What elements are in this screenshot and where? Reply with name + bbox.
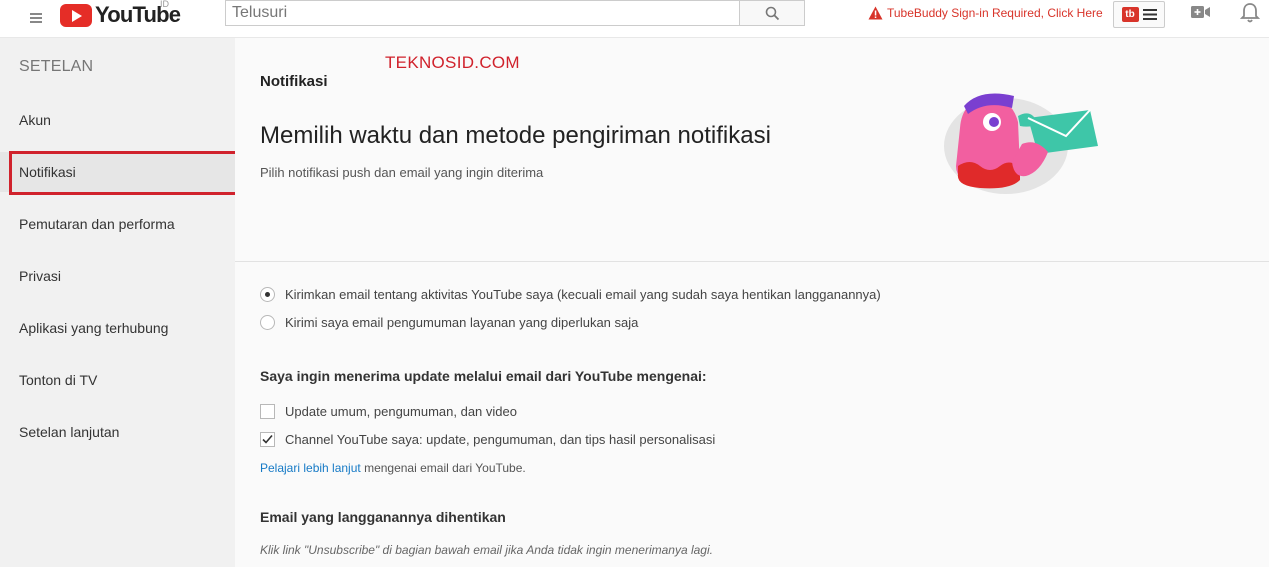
checkbox-channel-updates[interactable]: Channel YouTube saya: update, pengumuman…: [260, 432, 715, 447]
notification-bird-illustration: [944, 93, 1098, 194]
sidebar-item-lanjutan[interactable]: Setelan lanjutan: [0, 412, 235, 452]
updates-heading: Saya ingin menerima update melalui email…: [260, 368, 707, 384]
radio-button[interactable]: [260, 315, 275, 330]
notification-bell-icon[interactable]: [1239, 2, 1261, 29]
page-subtitle: Pilih notifikasi push dan email yang ing…: [260, 165, 544, 180]
settings-sidebar: SETELAN Akun Notifikasi Pemutaran dan pe…: [0, 38, 245, 567]
youtube-play-icon: [60, 3, 92, 27]
country-code: ID: [160, 0, 169, 9]
top-bar: YouTube ID TubeBuddy Sign-in Required, C…: [0, 0, 1269, 38]
sidebar-item-pemutaran[interactable]: Pemutaran dan performa: [0, 204, 235, 244]
radio-button-checked[interactable]: [260, 287, 275, 302]
radio-label: Kirimkan email tentang aktivitas YouTube…: [285, 287, 881, 302]
tubebuddy-menu-button[interactable]: tb: [1113, 1, 1165, 28]
section-label: Notifikasi: [260, 73, 328, 90]
sidebar-heading: SETELAN: [19, 58, 94, 75]
page-title: Memilih waktu dan metode pengiriman noti…: [260, 122, 771, 149]
checkmark-icon: [262, 434, 273, 444]
unsubscribed-heading: Email yang langganannya dihentikan: [260, 509, 506, 525]
menu-lines-icon: [1142, 9, 1157, 20]
sidebar-item-privasi[interactable]: Privasi: [0, 256, 235, 296]
sidebar-item-tonton-tv[interactable]: Tonton di TV: [0, 360, 235, 400]
main-content: TEKNOSID.COM Notifikasi Memilih waktu da…: [235, 38, 1269, 567]
checkbox-general-updates[interactable]: Update umum, pengumuman, dan video: [260, 404, 517, 419]
watermark: TEKNOSID.COM: [385, 53, 520, 72]
tubebuddy-logo: tb: [1121, 7, 1139, 22]
checkbox[interactable]: [260, 404, 275, 419]
learn-more-note: Pelajari lebih lanjut mengenai email dar…: [260, 461, 526, 475]
warning-icon: [868, 6, 883, 20]
radio-email-activity[interactable]: Kirimkan email tentang aktivitas YouTube…: [260, 287, 881, 302]
notification-header-section: TEKNOSID.COM Notifikasi Memilih waktu da…: [235, 38, 1269, 262]
checkbox-label: Channel YouTube saya: update, pengumuman…: [285, 432, 716, 447]
radio-email-service-only[interactable]: Kirimi saya email pengumuman layanan yan…: [260, 315, 638, 330]
unsubscribed-note: Klik link "Unsubscribe" di bagian bawah …: [260, 543, 713, 557]
sidebar-item-aplikasi[interactable]: Aplikasi yang terhubung: [0, 308, 235, 348]
sidebar-item-akun[interactable]: Akun: [0, 100, 235, 140]
learn-more-link[interactable]: Pelajari lebih lanjut: [260, 461, 361, 475]
search-button[interactable]: [739, 0, 805, 26]
checkbox-checked[interactable]: [260, 432, 275, 447]
tubebuddy-signin-warning[interactable]: TubeBuddy Sign-in Required, Click Here: [868, 6, 1103, 20]
tubebuddy-warning-text: TubeBuddy Sign-in Required, Click Here: [887, 6, 1103, 20]
radio-label: Kirimi saya email pengumuman layanan yan…: [285, 315, 639, 330]
checkbox-label: Update umum, pengumuman, dan video: [285, 404, 517, 419]
search-icon: [765, 6, 779, 20]
hamburger-menu-icon[interactable]: [24, 6, 48, 30]
sidebar-item-notifikasi[interactable]: Notifikasi: [0, 152, 235, 192]
video-upload-icon[interactable]: [1191, 4, 1211, 25]
search-input[interactable]: [225, 0, 739, 26]
search-bar: [225, 0, 805, 26]
learn-more-rest: mengenai email dari YouTube.: [360, 461, 526, 475]
